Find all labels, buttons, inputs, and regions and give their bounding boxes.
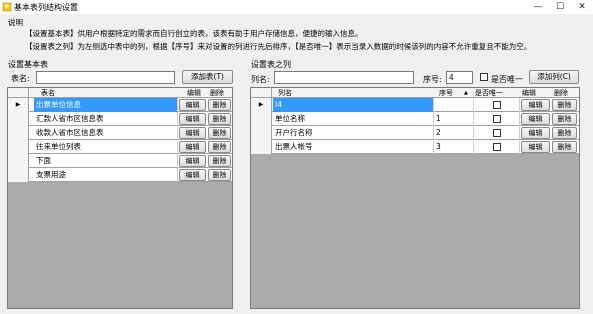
delete-table-button[interactable]: 删除: [208, 169, 231, 181]
sort-asc-icon: ▲: [464, 90, 468, 96]
edit-table-button[interactable]: 编辑: [179, 113, 206, 125]
sequence-cell[interactable]: [434, 98, 474, 112]
notes-heading: 说明: [8, 18, 23, 27]
note-line-2: 【设置表之列】为左侧选中表中的列，根据【序号】来对设置的列进行先后排序，【是否唯…: [25, 42, 532, 51]
edit-column-button[interactable]: 编辑: [521, 141, 550, 153]
col-header-delete[interactable]: 删除: [554, 88, 568, 98]
row-header[interactable]: [8, 140, 29, 154]
edit-table-button[interactable]: 编辑: [179, 127, 206, 139]
delete-table-button[interactable]: 删除: [208, 155, 231, 167]
unique-cell[interactable]: [474, 112, 520, 126]
col-header-table-name[interactable]: 表名: [41, 88, 55, 98]
unique-row-checkbox[interactable]: [493, 115, 501, 123]
column-name-input[interactable]: [274, 71, 414, 84]
app-icon: [2, 2, 12, 12]
table-name-label: 表名:: [11, 74, 30, 83]
add-table-button[interactable]: 添加表(T): [182, 70, 233, 84]
column-grid: 列名 序号 ▲ 是否唯一 编辑 删除 ▶ I4 编辑 删除 单位名称 1 编辑 删除 开户行名称…: [250, 87, 580, 309]
row-header[interactable]: [8, 168, 29, 182]
title-bar: 基本表列结构设置 — ☐ ✕: [0, 0, 593, 14]
column-name-label: 列名:: [251, 75, 270, 84]
column-row[interactable]: 开户行名称 2 编辑 删除: [251, 126, 579, 140]
column-grid-header: 列名 序号 ▲ 是否唯一 编辑 删除: [251, 88, 579, 98]
row-header[interactable]: [8, 154, 29, 168]
edit-column-button[interactable]: 编辑: [521, 99, 550, 111]
delete-table-button[interactable]: 删除: [208, 127, 231, 139]
col-header-column-name[interactable]: 列名: [278, 88, 292, 98]
table-name-input[interactable]: [36, 71, 175, 84]
column-name-cell[interactable]: 开户行名称: [273, 126, 434, 140]
window-title: 基本表列结构设置: [14, 3, 78, 12]
row-header-corner: [8, 88, 29, 98]
table-row[interactable]: 收款人省市区信息表 编辑 删除: [8, 126, 232, 140]
row-header[interactable]: [8, 126, 29, 140]
table-name-cell[interactable]: 下面: [34, 154, 178, 168]
unique-cell[interactable]: [474, 140, 520, 154]
unique-row-checkbox[interactable]: [493, 129, 501, 137]
table-row[interactable]: 下面 编辑 删除: [8, 154, 232, 168]
unique-cell[interactable]: [474, 126, 520, 140]
edit-table-button[interactable]: 编辑: [179, 141, 206, 153]
row-header[interactable]: [8, 112, 29, 126]
table-grid: 表名 编辑 删除 ▶ 出票单位信息 编辑 删除 汇款人省市区信息表 编辑 删除 收款人省市区信…: [7, 87, 233, 309]
delete-table-button[interactable]: 删除: [208, 113, 231, 125]
delete-column-button[interactable]: 删除: [552, 127, 577, 139]
edit-table-button[interactable]: 编辑: [179, 99, 206, 111]
col-header-edit[interactable]: 编辑: [522, 88, 536, 98]
table-name-cell[interactable]: 收款人省市区信息表: [34, 126, 178, 140]
minimize-button[interactable]: —: [527, 0, 549, 14]
sequence-cell[interactable]: 2: [434, 126, 474, 140]
col-header-delete[interactable]: 删除: [210, 88, 224, 98]
row-header[interactable]: ▶: [8, 98, 29, 112]
delete-table-button[interactable]: 删除: [208, 99, 231, 111]
table-row[interactable]: 支票用途 编辑 删除: [8, 168, 232, 182]
column-name-cell[interactable]: I4: [273, 98, 434, 112]
row-header[interactable]: ▶: [251, 98, 272, 112]
left-section-title: 设置基本表: [8, 60, 48, 69]
row-header-corner: [251, 88, 272, 98]
add-column-button[interactable]: 添加列(C): [529, 70, 579, 84]
column-row[interactable]: 出票人帐号 3 编辑 删除: [251, 140, 579, 154]
edit-column-button[interactable]: 编辑: [521, 113, 550, 125]
edit-table-button[interactable]: 编辑: [179, 155, 206, 167]
edit-table-button[interactable]: 编辑: [179, 169, 206, 181]
column-row[interactable]: ▶ I4 编辑 删除: [251, 98, 579, 112]
unique-label: 是否唯一: [491, 75, 523, 84]
col-header-sequence[interactable]: 序号: [439, 88, 453, 98]
sequence-cell[interactable]: 1: [434, 112, 474, 126]
row-header[interactable]: [251, 112, 272, 126]
delete-table-button[interactable]: 删除: [208, 141, 231, 153]
table-name-cell[interactable]: 支票用途: [34, 168, 178, 182]
delete-column-button[interactable]: 删除: [552, 99, 577, 111]
close-button[interactable]: ✕: [571, 0, 593, 14]
table-name-cell[interactable]: 往来单位列表: [34, 140, 178, 154]
sequence-input[interactable]: [446, 71, 473, 84]
table-name-cell[interactable]: 汇款人省市区信息表: [34, 112, 178, 126]
maximize-button[interactable]: ☐: [549, 0, 571, 14]
row-header[interactable]: [251, 126, 272, 140]
delete-column-button[interactable]: 删除: [552, 141, 577, 153]
col-header-edit[interactable]: 编辑: [187, 88, 201, 98]
column-name-cell[interactable]: 出票人帐号: [273, 140, 434, 154]
delete-column-button[interactable]: 删除: [552, 113, 577, 125]
column-row[interactable]: 单位名称 1 编辑 删除: [251, 112, 579, 126]
unique-row-checkbox[interactable]: [493, 143, 501, 151]
table-row[interactable]: 往来单位列表 编辑 删除: [8, 140, 232, 154]
sequence-label: 序号:: [423, 75, 442, 84]
unique-checkbox[interactable]: [480, 73, 488, 81]
note-line-1: 【设置基本表】供用户根据特定的需求而自行创立的表，该表有助于用户存储信息，便捷的…: [25, 29, 363, 38]
right-section-title: 设置表之列: [251, 60, 291, 69]
unique-row-checkbox[interactable]: [493, 101, 501, 109]
row-header[interactable]: [251, 140, 272, 154]
unique-cell[interactable]: [474, 98, 520, 112]
edit-column-button[interactable]: 编辑: [521, 127, 550, 139]
sequence-cell[interactable]: 3: [434, 140, 474, 154]
table-grid-header: 表名 编辑 删除: [8, 88, 232, 98]
table-row[interactable]: 汇款人省市区信息表 编辑 删除: [8, 112, 232, 126]
table-row[interactable]: ▶ 出票单位信息 编辑 删除: [8, 98, 232, 112]
table-name-cell[interactable]: 出票单位信息: [34, 98, 178, 112]
col-header-unique[interactable]: 是否唯一: [475, 88, 503, 98]
column-name-cell[interactable]: 单位名称: [273, 112, 434, 126]
